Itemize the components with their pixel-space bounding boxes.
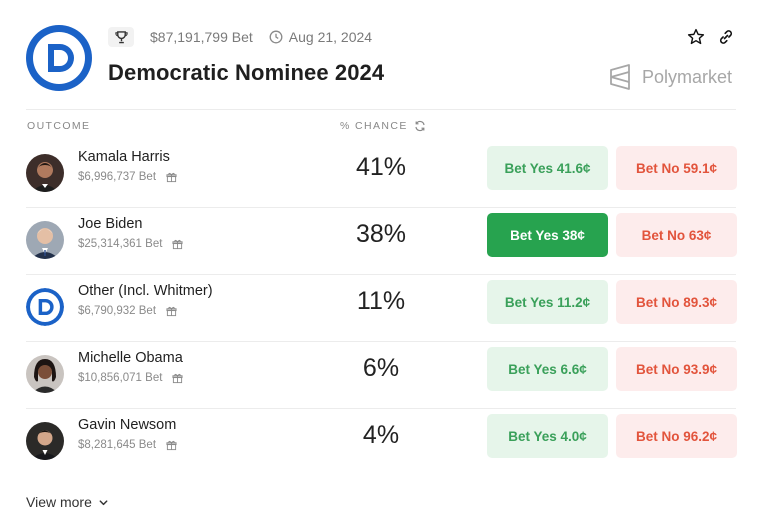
polymarket-logo-icon — [608, 64, 632, 90]
header-divider — [26, 109, 736, 110]
view-more-label: View more — [26, 494, 92, 510]
market-title: Democratic Nominee 2024 — [108, 60, 385, 85]
bet-yes-button[interactable]: Bet Yes 6.6¢ — [487, 347, 608, 391]
polymarket-wordmark: Polymarket — [641, 66, 732, 87]
bet-no-button[interactable]: Bet No 89.3¢ — [616, 280, 737, 324]
link-icon[interactable] — [716, 27, 736, 47]
refresh-icon[interactable] — [414, 120, 426, 132]
chance-column-label: % CHANCE — [340, 120, 408, 132]
chance-column-header: % CHANCE — [340, 120, 426, 132]
chance-value: 11% — [356, 287, 406, 315]
outcome-volume-text: $10,856,071 Bet — [78, 372, 163, 384]
outcome-volume: $6,790,932 Bet — [78, 305, 177, 317]
outcome-row: Other (Incl. Whitmer) $6,790,932 Bet 11%… — [26, 275, 737, 342]
gift-icon[interactable] — [166, 306, 177, 317]
outcome-column-header: OUTCOME — [27, 120, 91, 132]
bet-yes-button[interactable]: Bet Yes 11.2¢ — [487, 280, 608, 324]
michelle-obama-avatar — [26, 355, 64, 393]
outcome-volume: $8,281,645 Bet — [78, 439, 177, 451]
market-meta: $87,191,799 Bet Aug 21, 2024 — [108, 27, 372, 47]
democratic-logo-avatar — [26, 288, 64, 326]
top-actions — [686, 27, 736, 47]
market-card: $87,191,799 Bet Aug 21, 2024 Democratic … — [0, 0, 760, 530]
joe-biden-avatar — [26, 221, 64, 259]
outcome-row: Michelle Obama $10,856,071 Bet 6% Bet Ye… — [26, 342, 737, 409]
polymarket-brand: Polymarket — [608, 64, 732, 90]
bet-no-button[interactable]: Bet No 96.2¢ — [616, 414, 737, 458]
view-more-button[interactable]: View more — [26, 494, 109, 510]
outcome-volume: $10,856,071 Bet — [78, 372, 183, 384]
gift-icon[interactable] — [166, 172, 177, 183]
outcome-volume: $25,314,361 Bet — [78, 238, 183, 250]
gift-icon[interactable] — [172, 373, 183, 384]
gift-icon[interactable] — [172, 239, 183, 250]
bet-no-button[interactable]: Bet No 63¢ — [616, 213, 737, 257]
outcome-name: Kamala Harris — [78, 149, 170, 165]
market-date: Aug 21, 2024 — [288, 29, 373, 45]
clock-icon — [269, 30, 283, 44]
outcome-row: Joe Biden $25,314,361 Bet 38% Bet Yes 38… — [26, 208, 737, 275]
gavin-newsom-avatar — [26, 422, 64, 460]
outcome-volume-text: $6,790,932 Bet — [78, 305, 157, 317]
outcome-name: Other (Incl. Whitmer) — [78, 283, 213, 299]
bet-no-button[interactable]: Bet No 59.1¢ — [616, 146, 737, 190]
outcome-name: Gavin Newsom — [78, 417, 177, 433]
chance-value: 38% — [356, 220, 407, 248]
democratic-party-logo — [26, 25, 92, 91]
chance-value: 41% — [356, 153, 407, 181]
kamala-harris-avatar — [26, 154, 64, 192]
outcome-volume-text: $8,281,645 Bet — [78, 439, 157, 451]
chance-value: 4% — [362, 421, 400, 449]
total-volume: $87,191,799 Bet — [150, 29, 253, 45]
gift-icon[interactable] — [166, 440, 177, 451]
bet-yes-button[interactable]: Bet Yes 38¢ — [487, 213, 608, 257]
outcome-row: Gavin Newsom $8,281,645 Bet 4% Bet Yes 4… — [26, 409, 737, 476]
chevron-down-icon — [98, 497, 109, 508]
outcome-volume-text: $6,996,737 Bet — [78, 171, 157, 183]
bet-yes-button[interactable]: Bet Yes 41.6¢ — [487, 146, 608, 190]
trophy-icon — [108, 27, 134, 47]
bet-no-button[interactable]: Bet No 93.9¢ — [616, 347, 737, 391]
bet-yes-button[interactable]: Bet Yes 4.0¢ — [487, 414, 608, 458]
outcome-row: Kamala Harris $6,996,737 Bet 41% Bet Yes… — [26, 141, 737, 208]
outcome-name: Michelle Obama — [78, 350, 183, 366]
star-icon[interactable] — [686, 27, 706, 47]
outcome-volume: $6,996,737 Bet — [78, 171, 177, 183]
outcome-name: Joe Biden — [78, 216, 143, 232]
outcome-volume-text: $25,314,361 Bet — [78, 238, 163, 250]
chance-value: 6% — [362, 354, 400, 382]
